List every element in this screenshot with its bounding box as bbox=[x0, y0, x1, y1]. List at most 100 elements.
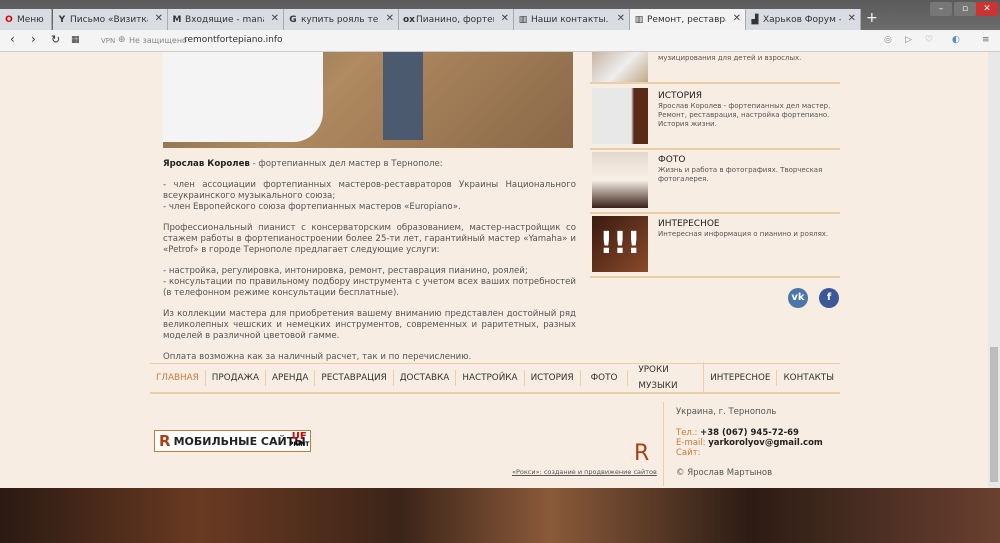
nav-link[interactable]: РЕСТАВРАЦИЯ bbox=[315, 370, 394, 386]
address: Украина, г. Тернополь bbox=[676, 407, 777, 417]
intro-text: - фортепианных дел мастер в Тернополе: bbox=[249, 159, 443, 169]
extension-icon[interactable]: ◐ bbox=[952, 35, 960, 45]
nav-link[interactable]: ИНТЕРЕСНОЕ bbox=[704, 370, 778, 386]
menu-icon[interactable]: ≡ bbox=[982, 35, 990, 45]
minimize-button[interactable]: – bbox=[930, 2, 952, 16]
nav-link[interactable]: ПРОДАЖА bbox=[206, 370, 267, 386]
url-input[interactable]: remontfortepiano.info bbox=[184, 35, 283, 45]
logo-text: UF bbox=[291, 431, 307, 442]
sidebar-item-history[interactable]: ИСТОРИЯ Ярослав Королев - фортепианных д… bbox=[590, 86, 840, 150]
browser-tab[interactable]: ▥Ремонт, реставрация, д ✕ bbox=[630, 9, 746, 30]
close-tab-icon[interactable]: ✕ bbox=[617, 13, 625, 24]
close-tab-icon[interactable]: ✕ bbox=[155, 13, 163, 24]
facebook-icon[interactable]: f bbox=[819, 288, 839, 308]
camera-icon[interactable]: ◎ bbox=[884, 35, 892, 45]
tab-favicon: G bbox=[289, 14, 297, 25]
new-tab-button[interactable]: + bbox=[866, 10, 878, 26]
uf-print-logo[interactable]: UF PRINT bbox=[289, 431, 310, 449]
sidebar-item-photo[interactable]: ФОТО Жизнь и работа в фотографиях. Творч… bbox=[590, 150, 840, 214]
sidebar-item-title: ИНТЕРЕСНОЕ bbox=[658, 219, 720, 229]
logo-text: PRINT bbox=[289, 441, 310, 448]
lessons-thumbnail bbox=[592, 52, 648, 82]
tab-favicon: M bbox=[172, 14, 182, 25]
maximize-button[interactable]: ▫ bbox=[954, 2, 976, 16]
heart-icon[interactable]: ♡ bbox=[925, 35, 933, 45]
hero-image-piano bbox=[163, 52, 573, 148]
nav-link[interactable]: КОНТАКТЫ bbox=[777, 370, 840, 386]
tab-title: Ремонт, реставрация, д bbox=[647, 14, 726, 25]
scrollbar[interactable] bbox=[988, 52, 1000, 488]
browser-tab[interactable]: Y Письмо «Визитка Инст ✕ bbox=[53, 9, 168, 30]
paragraph: Оплата возможна как за наличный расчет, … bbox=[163, 352, 472, 362]
nav-link[interactable]: УРОКИ МУЗЫКИ bbox=[628, 362, 705, 394]
sidebar-item-title: ФОТО bbox=[658, 155, 686, 165]
roksi-logo[interactable]: R bbox=[634, 441, 649, 466]
tab-title: Харьков Форум - Созд bbox=[763, 14, 841, 25]
sidebar-item-desc: Интересная информация о пианино и роялях… bbox=[658, 230, 829, 238]
close-tab-icon[interactable]: ✕ bbox=[848, 13, 856, 24]
nav-link[interactable]: НАСТРОЙКА bbox=[456, 370, 525, 386]
footer-divider bbox=[663, 402, 664, 486]
reload-icon[interactable]: ↻ bbox=[51, 33, 60, 46]
tab-favicon: ox bbox=[403, 14, 415, 25]
sidebar-item-title: ИСТОРИЯ bbox=[658, 91, 703, 101]
close-tab-icon[interactable]: ✕ bbox=[386, 13, 394, 24]
browser-tab[interactable]: Gкупить рояль тернопо ✕ bbox=[284, 9, 399, 30]
address-bar: ‹ › ↻ ▦ VPN ⊕ Не защищено remontfortepia… bbox=[0, 30, 1000, 52]
history-thumbnail bbox=[592, 88, 648, 144]
forward-icon[interactable]: › bbox=[31, 32, 36, 46]
email-label: E-mail: bbox=[676, 438, 706, 448]
browser-tab[interactable]: MВходящие - manabat.ro ✕ bbox=[168, 9, 284, 30]
tab-title: купить рояль тернопо bbox=[301, 14, 379, 25]
master-name: Ярослав Королев bbox=[163, 159, 250, 169]
mobile-sites-logo[interactable]: R МОБИЛЬНЫЕ САЙТЫ bbox=[154, 430, 311, 452]
tel-label: Тел.: bbox=[676, 428, 698, 438]
site-label: Сайт: bbox=[676, 448, 701, 458]
phone-number[interactable]: +38 (067) 945-72-69 bbox=[700, 428, 799, 438]
scrollbar-thumb[interactable] bbox=[990, 347, 998, 482]
sidebar-item-lessons[interactable]: музицирования для детей и взрослых. bbox=[590, 52, 840, 84]
background-piano-image bbox=[0, 488, 1000, 543]
browser-tab[interactable]: ▟ Харьков Форум - Созд ✕ bbox=[746, 9, 861, 30]
tab-favicon: Y bbox=[58, 14, 66, 25]
logo-r: R bbox=[159, 432, 171, 450]
paragraph: Из коллекции мастера для приобретения ва… bbox=[163, 309, 576, 341]
logo-text: МОБИЛЬНЫЕ САЙТЫ bbox=[173, 434, 306, 448]
exclamation-thumbnail: !!! bbox=[592, 216, 648, 272]
tab-title: Письмо «Визитка Инст bbox=[70, 14, 148, 25]
nav-link[interactable]: ИСТОРИЯ bbox=[525, 370, 581, 386]
vpn-badge[interactable]: VPN bbox=[101, 37, 115, 45]
sidebar-item-desc: музицирования для детей и взрослых. bbox=[658, 54, 802, 62]
opera-menu-button[interactable]: O Меню bbox=[0, 9, 52, 30]
close-tab-icon[interactable]: ✕ bbox=[733, 13, 741, 24]
close-tab-icon[interactable]: ✕ bbox=[271, 13, 279, 24]
tab-bar: OМеню YПисьмо «Визитка Инст✕MВходящие - … bbox=[0, 0, 1000, 30]
back-icon[interactable]: ‹ bbox=[10, 32, 15, 46]
security-status[interactable]: Не защищено bbox=[129, 36, 187, 45]
nav-link[interactable]: ДОСТАВКА bbox=[394, 370, 457, 386]
main-text: Ярослав Королев - фортепианных дел масте… bbox=[163, 159, 576, 373]
vk-icon[interactable]: vk bbox=[788, 288, 808, 308]
email-link[interactable]: yarkorolyov@gmail.com bbox=[708, 438, 823, 448]
browser-tab[interactable]: oxПианино, фортепиано ✕ bbox=[399, 9, 514, 30]
tab-title: Наши контакты. Ремо bbox=[531, 14, 610, 25]
copyright: © Ярослав Мартынов bbox=[676, 468, 773, 478]
globe-icon: ⊕ bbox=[118, 35, 126, 45]
sidebar-item-interesting[interactable]: !!! ИНТЕРЕСНОЕ Интересная информация о п… bbox=[590, 214, 840, 278]
paragraph: - настройка, регулировка, интонировка, р… bbox=[163, 266, 528, 276]
browser-tab[interactable]: ▥Наши контакты. Ремо ✕ bbox=[514, 9, 630, 30]
opera-icon: O bbox=[5, 14, 13, 25]
sidebar-item-desc: Ярослав Королев - фортепианных дел масте… bbox=[658, 102, 831, 128]
close-tab-icon[interactable]: ✕ bbox=[501, 13, 509, 24]
nav-link[interactable]: АРЕНДА bbox=[266, 370, 316, 386]
paragraph: - член Европейского союза фортепианных м… bbox=[163, 202, 461, 212]
roksi-link[interactable]: «Рокси»: создание и продвижение сайтов bbox=[512, 468, 657, 476]
speed-dial-icon[interactable]: ▦ bbox=[71, 35, 80, 45]
send-icon[interactable]: ▷ bbox=[905, 35, 912, 45]
paragraph: - консультации по правильному подбору ин… bbox=[163, 277, 576, 298]
footer-nav: ГЛАВНАЯ ПРОДАЖА АРЕНДА РЕСТАВРАЦИЯ ДОСТАВКА Н… bbox=[150, 362, 840, 394]
nav-link[interactable]: ГЛАВНАЯ bbox=[150, 370, 206, 386]
close-window-button[interactable]: ✕ bbox=[976, 2, 998, 16]
web-page: Ярослав Королев - фортепианных дел масте… bbox=[0, 52, 988, 488]
nav-link[interactable]: ФОТО bbox=[581, 370, 629, 386]
